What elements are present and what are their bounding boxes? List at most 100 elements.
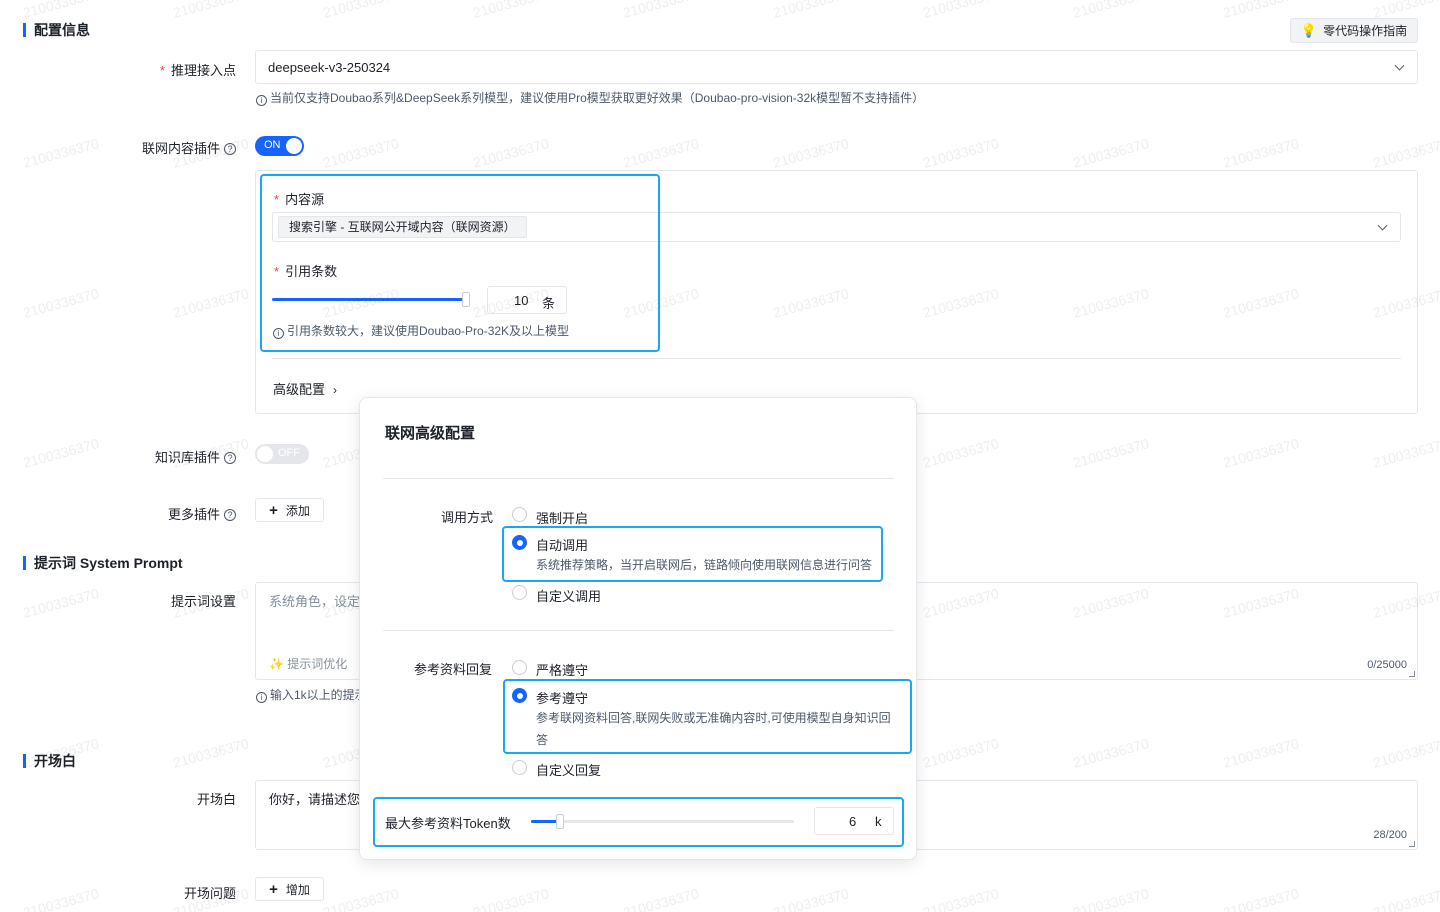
watermark-text: 2100336370	[1071, 735, 1151, 771]
info-icon: i	[256, 95, 267, 106]
radio-call-custom[interactable]	[512, 585, 527, 600]
reference-option-label: 自定义回复	[536, 763, 602, 778]
slider-handle[interactable]	[556, 814, 564, 829]
watermark-text: 2100336370	[1071, 435, 1151, 471]
resize-handle-icon[interactable]	[1409, 671, 1415, 677]
content-source-tag[interactable]: 搜索引擎 - 互联网公开域内容（联网资源）	[278, 216, 527, 238]
reference-label: 参考资料回复	[414, 662, 493, 677]
watermark-text: 2100336370	[621, 885, 701, 912]
watermark-text: 2100336370	[171, 735, 251, 771]
slider-fill	[272, 298, 466, 301]
inference-value: deepseek-v3-250324	[268, 59, 391, 75]
add-question-button[interactable]: + 增加	[255, 877, 324, 901]
popover-divider	[383, 630, 894, 631]
quote-count-hint: i 引用条数较大，建议使用Doubao-Pro-32K及以上模型	[273, 322, 569, 339]
watermark-text: 2100336370	[1221, 0, 1301, 21]
watermark-text: 2100336370	[1221, 885, 1301, 912]
watermark-text: 2100336370	[921, 435, 1001, 471]
help-icon[interactable]: ?	[224, 452, 236, 464]
token-unit: k	[875, 814, 882, 829]
call-option-label: 自动调用	[536, 538, 589, 553]
opening-label: 开场白	[196, 792, 236, 807]
watermark-text: 2100336370	[1071, 885, 1151, 912]
watermark-text: 2100336370	[921, 735, 1001, 771]
watermark-text: 2100336370	[1371, 135, 1440, 171]
help-icon[interactable]: ?	[224, 509, 236, 521]
plus-icon: +	[269, 880, 278, 898]
web-plugin-switch[interactable]: ON	[255, 136, 304, 156]
call-mode-label: 调用方式	[441, 510, 494, 525]
call-option-desc: 系统推荐策略，当开启联网后，链路倾向使用联网信息进行问答	[536, 558, 873, 572]
kb-plugin-switch[interactable]: OFF	[255, 444, 309, 464]
quote-count-input[interactable]: 10 条	[487, 286, 567, 314]
switch-off-text: OFF	[278, 447, 300, 459]
reference-option-label: 严格遵守	[536, 663, 589, 678]
prompt-label: 提示词设置	[170, 594, 236, 609]
token-input[interactable]: 6 k	[814, 807, 894, 835]
watermark-text: 2100336370	[1371, 735, 1440, 771]
magic-wand-icon: ✨	[269, 657, 284, 671]
web-plugin-panel	[255, 170, 1418, 414]
guide-button[interactable]: 💡 零代码操作指南	[1290, 18, 1418, 43]
watermark-text: 2100336370	[321, 0, 401, 21]
help-icon[interactable]: ?	[224, 143, 236, 155]
opening-questions-label: 开场问题	[183, 886, 236, 901]
watermark-text: 2100336370	[771, 885, 851, 912]
watermark-text: 2100336370	[21, 885, 101, 912]
watermark-text: 2100336370	[1371, 435, 1440, 471]
radio-call-forced[interactable]	[512, 507, 527, 522]
watermark-text: 2100336370	[921, 135, 1001, 171]
section-title-prompt: 提示词 System Prompt	[23, 556, 183, 570]
radio-ref-reference[interactable]	[512, 688, 527, 703]
radio-call-auto[interactable]	[512, 535, 527, 550]
watermark-text: 2100336370	[471, 0, 551, 21]
inference-select[interactable]: deepseek-v3-250324	[255, 50, 1418, 84]
watermark-text: 2100336370	[771, 135, 851, 171]
token-value: 6	[849, 814, 857, 829]
watermark-text: 2100336370	[771, 0, 851, 21]
guide-button-label: 零代码操作指南	[1323, 24, 1408, 38]
quote-count-value: 10	[514, 293, 529, 308]
watermark-text: 2100336370	[921, 885, 1001, 912]
info-icon: i	[256, 692, 267, 703]
info-icon: i	[273, 328, 284, 339]
switch-on-text: ON	[264, 139, 281, 151]
switch-knob	[257, 446, 273, 462]
popover-divider	[383, 478, 894, 479]
quote-count-unit: 条	[542, 296, 556, 311]
watermark-text: 2100336370	[1221, 435, 1301, 471]
advanced-config-popover: 联网高级配置 调用方式 强制开启 自动调用 系统推荐策略，当开启联网后，链路倾向…	[359, 397, 917, 860]
radio-ref-strict[interactable]	[512, 660, 527, 675]
watermark-text: 2100336370	[21, 585, 101, 621]
token-label: 最大参考资料Token数	[385, 816, 511, 831]
more-plugins-label: 更多插件?	[120, 504, 236, 523]
watermark-text: 2100336370	[21, 0, 101, 21]
watermark-text: 2100336370	[1071, 135, 1151, 171]
prompt-hint: i 输入1k以上的提示	[256, 686, 367, 703]
call-option-label: 自定义调用	[536, 589, 602, 604]
quote-count-slider[interactable]	[272, 292, 470, 307]
resize-handle-icon[interactable]	[1409, 841, 1415, 847]
watermark-text: 2100336370	[171, 0, 251, 21]
watermark-text: 2100336370	[21, 285, 101, 321]
reference-option-desc: 参考联网资料回答,联网失败或无准确内容时,可使用模型自身知识回答	[536, 711, 891, 747]
section-title-opening: 开场白	[23, 754, 76, 768]
watermark-text: 2100336370	[1371, 885, 1440, 912]
radio-ref-custom[interactable]	[512, 760, 527, 775]
plus-icon: +	[269, 501, 278, 519]
token-slider[interactable]	[531, 814, 794, 829]
watermark-text: 2100336370	[321, 885, 401, 912]
add-plugin-button[interactable]: + 添加	[255, 498, 324, 522]
content-source-label: * 内容源	[274, 192, 325, 207]
kb-plugin-label: 知识库插件?	[120, 447, 236, 466]
switch-knob	[286, 138, 302, 154]
advanced-config-toggle[interactable]: 高级配置 ›	[273, 379, 337, 398]
prompt-optimize-button[interactable]: ✨ 提示词优化	[269, 655, 347, 672]
watermark-text: 2100336370	[621, 0, 701, 21]
opening-value: 你好，请描述您	[269, 792, 361, 807]
watermark-text: 2100336370	[921, 0, 1001, 21]
watermark-text: 2100336370	[471, 885, 551, 912]
watermark-text: 2100336370	[621, 135, 701, 171]
prompt-char-count: 0/25000	[1367, 659, 1407, 671]
slider-handle[interactable]	[462, 292, 470, 307]
